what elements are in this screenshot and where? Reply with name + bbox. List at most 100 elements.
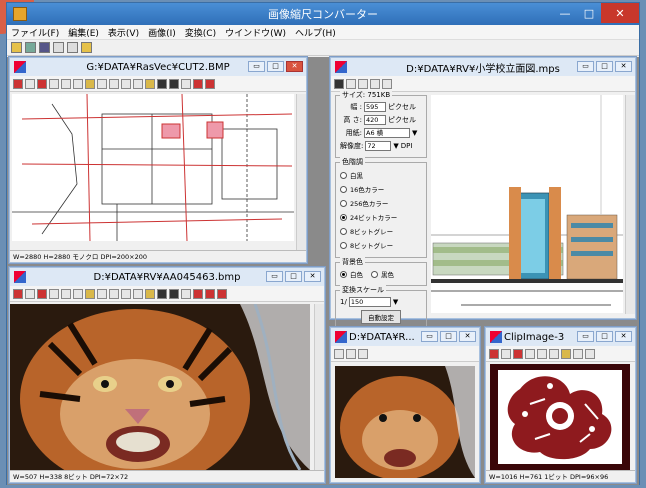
help-icon[interactable] <box>81 42 92 53</box>
zoom-fit-icon[interactable] <box>573 348 583 359</box>
menu-view[interactable]: 表示(V) <box>108 26 139 39</box>
move-icon[interactable] <box>501 348 511 359</box>
paper-select[interactable]: A6 横 <box>364 128 410 138</box>
paint-icon[interactable] <box>73 288 83 299</box>
maximize-button[interactable]: □ <box>285 271 302 282</box>
text-icon[interactable] <box>181 288 191 299</box>
camera-icon[interactable] <box>334 78 344 89</box>
line-icon[interactable] <box>157 288 167 299</box>
minimize-button[interactable]: ▭ <box>577 331 594 342</box>
select-icon[interactable] <box>13 288 23 299</box>
maximize-button[interactable]: □ <box>577 3 601 23</box>
move-icon[interactable] <box>25 288 35 299</box>
flip-h-icon[interactable] <box>193 288 203 299</box>
dpi-select[interactable]: 72 <box>365 141 392 151</box>
close-button[interactable]: ✕ <box>304 271 321 282</box>
window-titlebar[interactable]: ClipImage-3 ▭ □ ✕ <box>486 328 635 346</box>
hand-icon[interactable] <box>49 78 59 89</box>
rotate-icon[interactable] <box>61 288 71 299</box>
scan-icon[interactable] <box>39 42 50 53</box>
print-icon[interactable] <box>53 42 64 53</box>
minimize-button[interactable]: ▭ <box>577 61 594 72</box>
text-icon[interactable] <box>181 78 191 89</box>
radio-8bit-gray-2[interactable]: 8ビットグレー <box>340 240 422 250</box>
fill-icon[interactable] <box>561 348 571 359</box>
hand-icon[interactable] <box>525 348 535 359</box>
tiger-photo[interactable] <box>10 304 310 470</box>
zoom-fit-icon[interactable] <box>97 288 107 299</box>
radio-8bit-gray[interactable]: 8ビットグレー <box>340 226 422 236</box>
zoom-fit-icon[interactable] <box>334 348 344 359</box>
save-icon[interactable] <box>25 42 36 53</box>
paint-icon[interactable] <box>549 348 559 359</box>
drawing-canvas[interactable] <box>12 94 294 241</box>
fill-icon[interactable] <box>85 288 95 299</box>
maximize-button[interactable]: □ <box>596 61 613 72</box>
menu-help[interactable]: ヘルプ(H) <box>295 26 336 39</box>
maximize-button[interactable]: □ <box>440 331 457 342</box>
maximize-button[interactable]: □ <box>267 61 284 72</box>
close-button[interactable]: ✕ <box>615 331 632 342</box>
auto-set-button[interactable]: 自動設定 <box>361 310 401 324</box>
zoom-page-icon[interactable] <box>109 78 119 89</box>
radio-24bit[interactable]: 24ビットカラー <box>340 212 422 222</box>
radio-mono[interactable]: 白黒 <box>340 170 422 180</box>
height-field[interactable]: 420 <box>364 115 386 125</box>
view-mode-icon[interactable] <box>67 42 78 53</box>
maximize-button[interactable]: □ <box>596 331 613 342</box>
menu-file[interactable]: ファイル(F) <box>11 26 59 39</box>
line-icon[interactable] <box>157 78 167 89</box>
zoom-in-icon[interactable] <box>346 348 356 359</box>
menu-convert[interactable]: 変換(C) <box>185 26 216 39</box>
zoom-page-icon[interactable] <box>109 288 119 299</box>
vertical-scrollbar[interactable] <box>625 95 635 314</box>
zoom-in-icon[interactable] <box>121 288 131 299</box>
zoom-out-icon[interactable] <box>133 288 143 299</box>
vertical-scrollbar[interactable] <box>296 94 306 250</box>
width-field[interactable]: 595 <box>364 102 386 112</box>
marker-icon[interactable] <box>145 78 155 89</box>
marker-icon[interactable] <box>145 288 155 299</box>
move-icon[interactable] <box>25 78 35 89</box>
select-icon[interactable] <box>13 78 23 89</box>
flip-v-icon[interactable] <box>205 288 215 299</box>
crop-icon[interactable] <box>37 78 47 89</box>
menu-image[interactable]: 画像(I) <box>148 26 176 39</box>
close-button[interactable]: ✕ <box>286 61 303 72</box>
zoom-out-icon[interactable] <box>382 78 392 89</box>
chevron-down-icon[interactable]: ▼ <box>412 129 417 137</box>
fill-icon[interactable] <box>85 78 95 89</box>
scale-select[interactable]: 150 <box>348 297 391 307</box>
zoom-in-icon[interactable] <box>370 78 380 89</box>
zoom-out-icon[interactable] <box>133 78 143 89</box>
menu-edit[interactable]: 編集(E) <box>68 26 99 39</box>
radio-bg-black[interactable]: 黒色 <box>371 269 394 279</box>
close-button[interactable]: ✕ <box>615 61 632 72</box>
minimize-button[interactable]: ▭ <box>266 271 283 282</box>
minimize-button[interactable]: — <box>553 3 577 23</box>
triangle-icon[interactable] <box>169 78 179 89</box>
crop-icon[interactable] <box>37 288 47 299</box>
radio-bg-white[interactable]: 白色 <box>340 269 363 279</box>
clip-art-image[interactable] <box>490 364 630 470</box>
rotate-icon[interactable] <box>537 348 547 359</box>
chevron-down-icon[interactable]: ▼ <box>393 298 398 306</box>
flip-v-icon[interactable] <box>205 78 215 89</box>
paint-icon[interactable] <box>73 78 83 89</box>
triangle-icon[interactable] <box>169 288 179 299</box>
crop-icon[interactable] <box>513 348 523 359</box>
select-icon[interactable] <box>489 348 499 359</box>
close-button[interactable]: ✕ <box>601 3 639 23</box>
hand-icon[interactable] <box>49 288 59 299</box>
fit-icon[interactable] <box>217 288 227 299</box>
flip-h-icon[interactable] <box>193 78 203 89</box>
minimize-button[interactable]: ▭ <box>248 61 265 72</box>
window-titlebar[interactable]: D:¥DATA¥RV¥AA045463.bmp ▭ □ ✕ <box>10 268 324 286</box>
window-titlebar[interactable]: D:¥DATA¥RV¥小学校立面図.mps ▭ □ ✕ <box>331 58 635 76</box>
tiger-thumbnail[interactable] <box>335 366 475 478</box>
zoom-page-icon[interactable] <box>585 348 595 359</box>
vertical-scrollbar[interactable] <box>314 304 324 470</box>
rotate-icon[interactable] <box>61 78 71 89</box>
zoom-in-icon[interactable] <box>121 78 131 89</box>
zoom-fit-icon[interactable] <box>97 78 107 89</box>
